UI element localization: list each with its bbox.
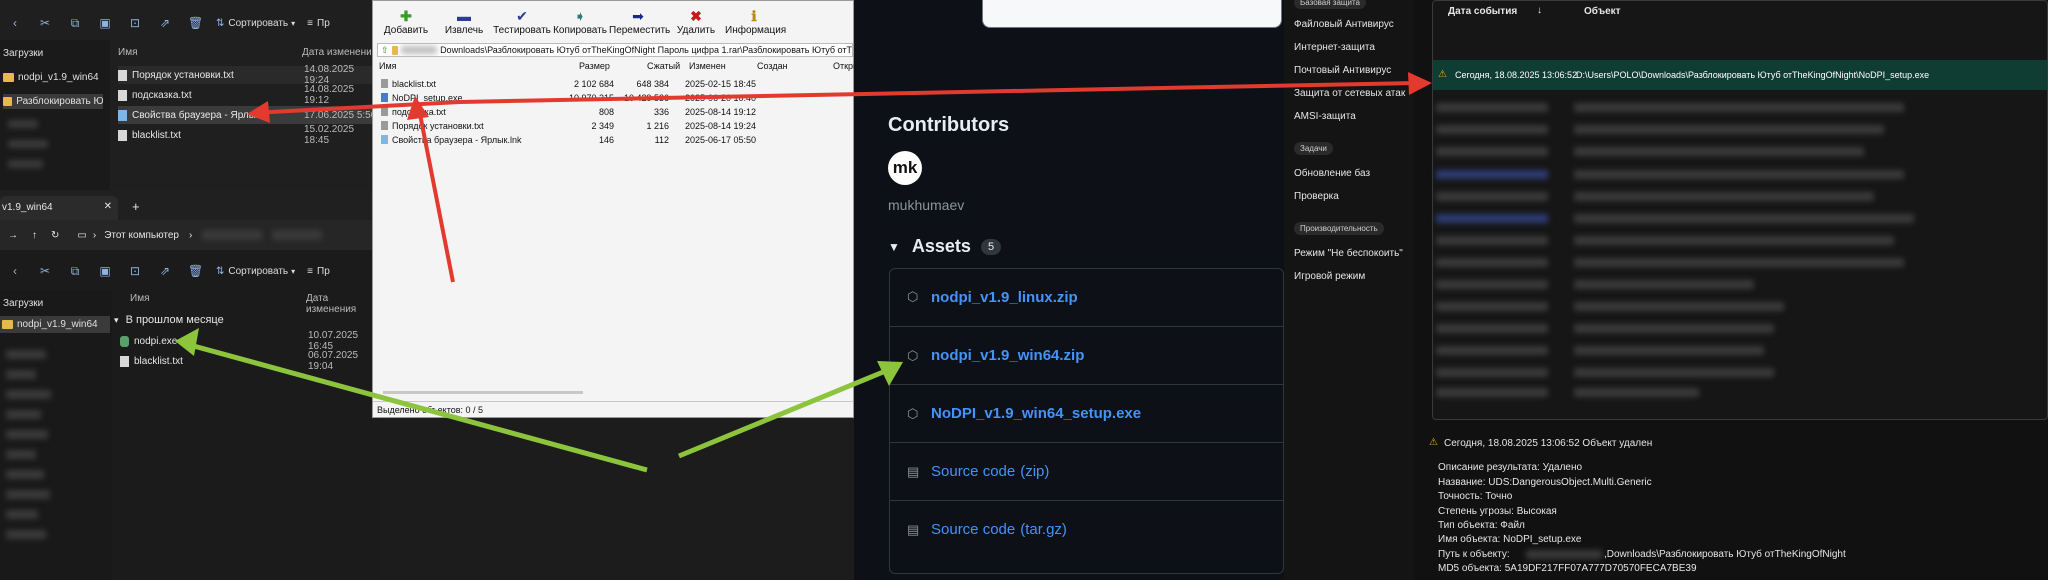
red-arrows bbox=[247, 72, 1432, 283]
red-arrow-to-antivirus bbox=[459, 81, 1416, 104]
annotation-arrows bbox=[175, 72, 1432, 473]
red-arrowhead-explorer bbox=[247, 101, 270, 123]
red-arrowhead-antivirus bbox=[1408, 72, 1432, 95]
green-arrow-to-nodpi bbox=[189, 342, 648, 473]
green-arrows bbox=[175, 328, 903, 473]
green-arrow-to-asset bbox=[678, 367, 889, 459]
red-arrowhead-archive bbox=[407, 96, 429, 120]
green-arrowhead-nodpi bbox=[175, 328, 199, 356]
red-arrow-to-archive bbox=[416, 103, 455, 283]
red-arrow-to-explorer bbox=[251, 100, 461, 115]
